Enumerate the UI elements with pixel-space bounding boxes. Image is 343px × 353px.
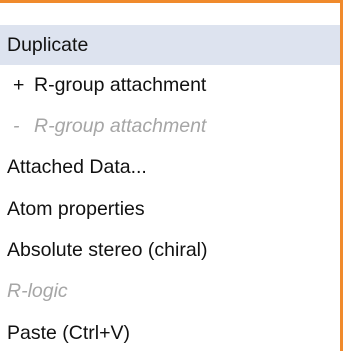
minus-icon: - bbox=[13, 115, 20, 137]
menu-item-remove-r-group-attachment: - R-group attachment bbox=[0, 106, 340, 146]
menu-item-absolute-stereo[interactable]: Absolute stereo (chiral) bbox=[0, 230, 340, 270]
menu-item-duplicate[interactable]: Duplicate bbox=[0, 25, 340, 65]
menu-item-label: R-logic bbox=[7, 280, 68, 302]
menu-item-label: R-group attachment bbox=[34, 74, 207, 96]
menu-item-label: Atom properties bbox=[7, 198, 145, 220]
context-menu: Duplicate + R-group attachment - R-group a… bbox=[0, 0, 343, 351]
menu-item-label: Absolute stereo (chiral) bbox=[7, 239, 208, 261]
menu-item-label: R-group attachment bbox=[34, 115, 207, 137]
menu-item-label: Paste (Ctrl+V) bbox=[7, 322, 130, 344]
plus-icon: + bbox=[13, 74, 25, 96]
menu-item-atom-properties[interactable]: Atom properties bbox=[0, 189, 340, 229]
menu-item-label: Attached Data... bbox=[7, 156, 147, 178]
menu-item-r-logic: R-logic bbox=[0, 271, 340, 311]
menu-item-attached-data[interactable]: Attached Data... bbox=[0, 147, 340, 187]
menu-item-label: Duplicate bbox=[7, 34, 89, 56]
menu-item-add-r-group-attachment[interactable]: + R-group attachment bbox=[0, 65, 340, 105]
menu-item-paste[interactable]: Paste (Ctrl+V) bbox=[0, 313, 340, 353]
